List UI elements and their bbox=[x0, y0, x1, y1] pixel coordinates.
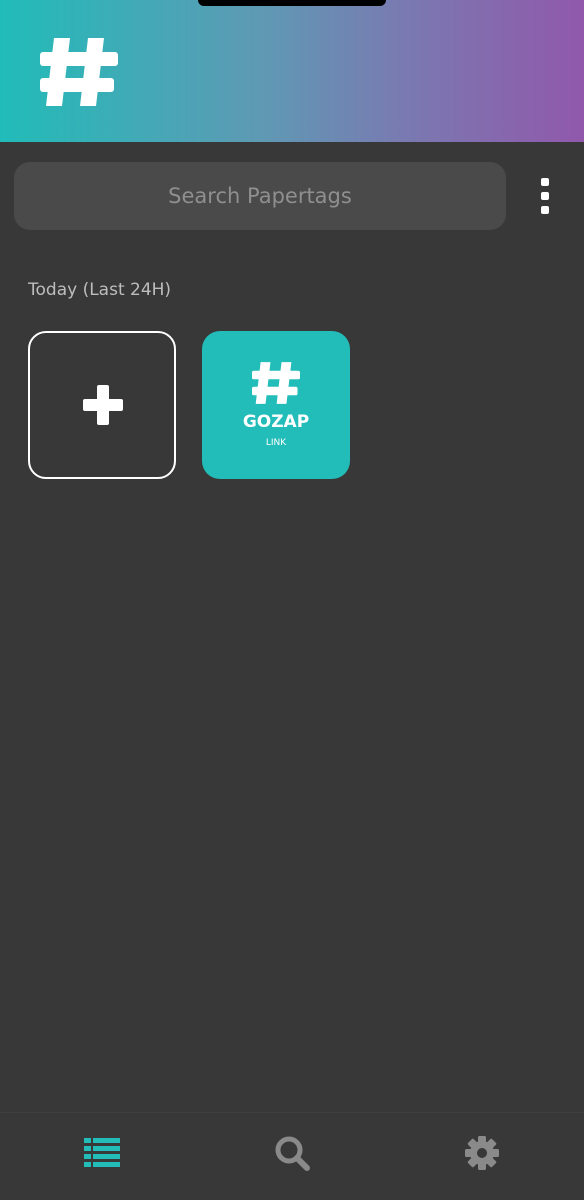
menu-dot bbox=[541, 206, 549, 214]
search-input[interactable] bbox=[14, 162, 506, 230]
app-screen: Today (Last 24H) GOZAP LINK bbox=[0, 0, 584, 1200]
camera-notch bbox=[198, 0, 386, 6]
app-header bbox=[0, 0, 584, 142]
list-icon bbox=[84, 1138, 120, 1167]
plus-icon bbox=[97, 385, 109, 425]
nav-settings-button[interactable] bbox=[460, 1131, 504, 1175]
tag-tile-gozap[interactable]: GOZAP LINK bbox=[202, 331, 350, 479]
section-title: Today (Last 24H) bbox=[28, 280, 172, 300]
add-tag-button[interactable] bbox=[28, 331, 176, 479]
kebab-menu-icon[interactable] bbox=[536, 178, 554, 214]
gear-icon bbox=[465, 1136, 499, 1170]
tag-type: LINK bbox=[265, 438, 287, 448]
nav-search-button[interactable] bbox=[270, 1131, 314, 1175]
menu-dot bbox=[541, 192, 549, 200]
menu-dot bbox=[541, 178, 549, 186]
nav-list-button[interactable] bbox=[80, 1131, 124, 1175]
bottom-navigation bbox=[0, 1112, 584, 1200]
hashtag-icon bbox=[40, 38, 118, 106]
tag-name: GOZAP bbox=[242, 412, 310, 432]
search-icon bbox=[275, 1136, 310, 1171]
hashtag-icon bbox=[252, 362, 300, 404]
